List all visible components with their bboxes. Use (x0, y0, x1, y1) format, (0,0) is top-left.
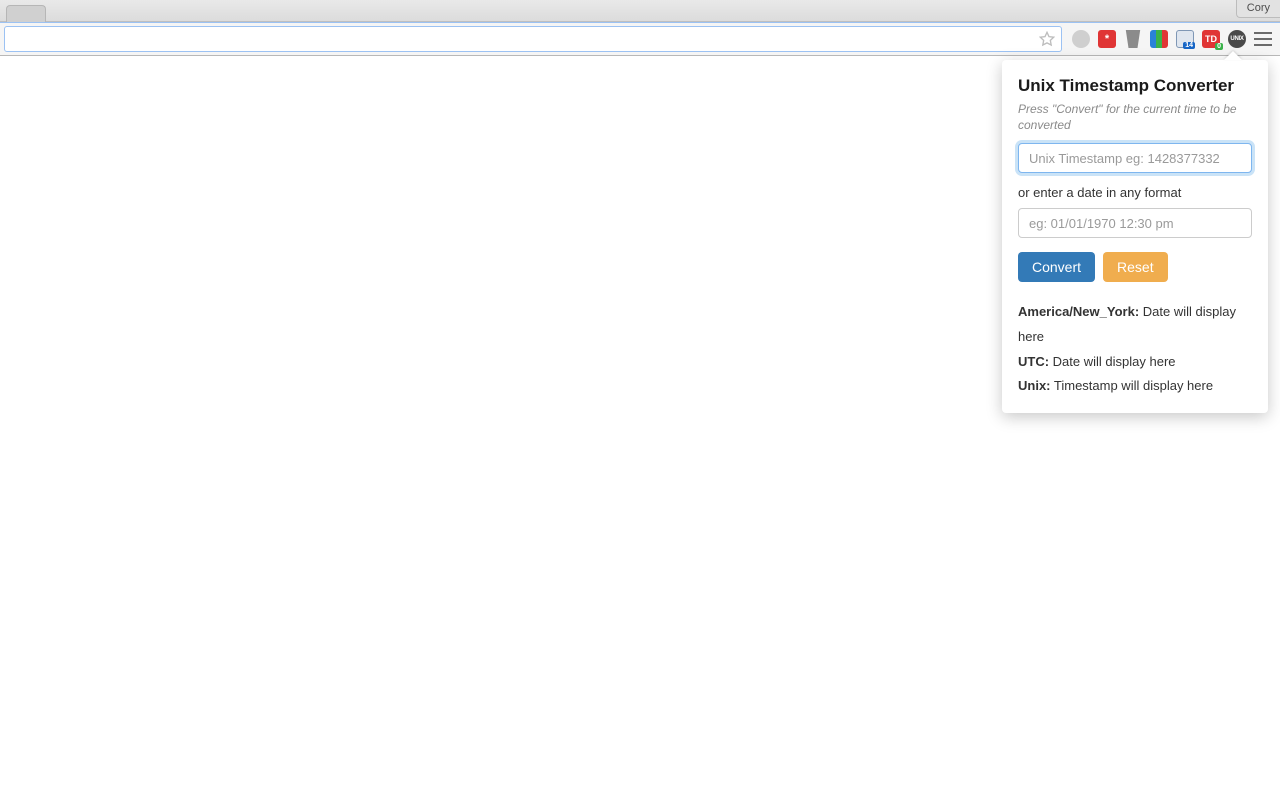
unix-timestamp-input[interactable] (1018, 143, 1252, 173)
result-unix: Unix: Timestamp will display here (1018, 374, 1252, 399)
page-body: Unix Timestamp Converter Press "Convert"… (0, 56, 1280, 800)
or-label: or enter a date in any format (1018, 185, 1252, 200)
result-local: America/New_York: Date will display here (1018, 300, 1252, 349)
unix-timestamp-popup: Unix Timestamp Converter Press "Convert"… (1002, 60, 1268, 413)
popup-title: Unix Timestamp Converter (1018, 76, 1252, 96)
browser-tab-stub[interactable] (6, 5, 46, 22)
extension-calendar-badge: 14 (1183, 42, 1195, 49)
result-utc-value: Date will display here (1053, 354, 1176, 369)
result-local-label: America/New_York: (1018, 304, 1139, 319)
extension-calendar-icon[interactable]: 14 (1176, 30, 1194, 48)
convert-button[interactable]: Convert (1018, 252, 1095, 282)
browser-menu-icon[interactable] (1254, 32, 1272, 46)
button-row: Convert Reset (1018, 252, 1252, 282)
results-block: America/New_York: Date will display here… (1018, 300, 1252, 399)
system-strip: Cory (0, 0, 1280, 22)
result-unix-value: Timestamp will display here (1054, 378, 1213, 393)
popup-hint: Press "Convert" for the current time to … (1018, 102, 1252, 133)
omnibox[interactable] (4, 26, 1062, 52)
date-input[interactable] (1018, 208, 1252, 238)
extension-bucket-icon[interactable] (1124, 30, 1142, 48)
result-utc-label: UTC: (1018, 354, 1049, 369)
extension-strip: * 14 TD 0 UNIX (1062, 30, 1280, 48)
extension-people-icon[interactable] (1150, 30, 1168, 48)
extension-unix-timestamp-icon[interactable]: UNIX (1228, 30, 1246, 48)
account-chip[interactable]: Cory (1236, 0, 1280, 18)
result-unix-label: Unix: (1018, 378, 1051, 393)
extension-globe-icon[interactable] (1072, 30, 1090, 48)
extension-lastpass-icon[interactable]: * (1098, 30, 1116, 48)
result-utc: UTC: Date will display here (1018, 350, 1252, 375)
browser-toolbar: * 14 TD 0 UNIX (0, 22, 1280, 56)
extension-td-icon[interactable]: TD 0 (1202, 30, 1220, 48)
reset-button[interactable]: Reset (1103, 252, 1168, 282)
popup-caret (1224, 51, 1242, 60)
bookmark-star-icon[interactable] (1039, 31, 1055, 47)
extension-td-badge: 0 (1215, 43, 1223, 50)
